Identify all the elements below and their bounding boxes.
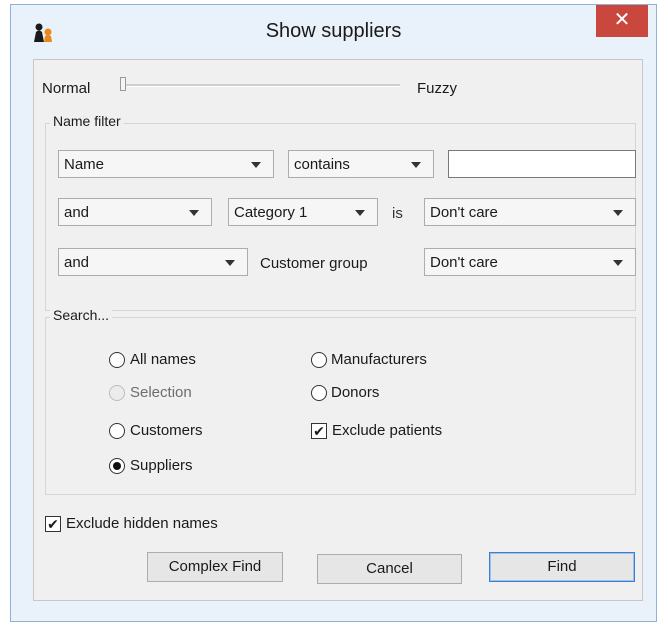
chevron-down-icon <box>355 210 365 216</box>
radio-suppliers[interactable] <box>109 458 125 474</box>
slider-left-label: Normal <box>42 80 91 97</box>
search-legend: Search... <box>50 307 113 323</box>
operator-combo[interactable]: contains <box>288 150 434 178</box>
conjunction-combo-1[interactable]: and <box>58 198 212 226</box>
customers-label[interactable]: Customers <box>130 422 203 439</box>
find-button[interactable]: Find <box>489 552 635 582</box>
conjunction-value-1: and <box>64 204 90 221</box>
title-bar[interactable]: Show suppliers ✕ <box>11 5 656 59</box>
radio-selection[interactable] <box>109 385 125 401</box>
exclude-patients-label[interactable]: Exclude patients <box>332 422 442 439</box>
radio-selected-dot <box>113 462 121 470</box>
slider-right-label: Fuzzy <box>417 80 458 97</box>
conjunction-value-2: and <box>64 254 90 271</box>
chevron-down-icon <box>225 260 235 266</box>
exclude-hidden-checkbox[interactable]: ✔ <box>45 516 61 532</box>
customer-group-value: Don't care <box>430 254 498 271</box>
close-icon: ✕ <box>613 9 631 31</box>
exclude-hidden-label[interactable]: Exclude hidden names <box>66 515 218 532</box>
chevron-down-icon <box>613 210 623 216</box>
category-combo[interactable]: Category 1 <box>228 198 378 226</box>
exclude-patients-checkbox[interactable]: ✔ <box>311 423 327 439</box>
radio-donors[interactable] <box>311 385 327 401</box>
name-field-value: Name <box>64 156 105 173</box>
customer-group-combo[interactable]: Don't care <box>424 248 636 276</box>
dialog-body: Normal Fuzzy Name filter Name contains a… <box>33 59 643 601</box>
chevron-down-icon <box>189 210 199 216</box>
radio-all-names[interactable] <box>109 352 125 368</box>
radio-manufacturers[interactable] <box>311 352 327 368</box>
category-dont-care-value: Don't care <box>430 204 498 221</box>
is-label: is <box>392 205 403 222</box>
close-button[interactable]: ✕ <box>596 5 648 37</box>
dialog-window: Show suppliers ✕ Normal Fuzzy Name filte… <box>10 4 657 622</box>
checkmark-icon: ✔ <box>313 423 325 439</box>
cancel-button[interactable]: Cancel <box>317 554 462 584</box>
checkmark-icon: ✔ <box>47 516 59 532</box>
conjunction-combo-2[interactable]: and <box>58 248 248 276</box>
fuzzy-slider-track[interactable] <box>120 84 400 87</box>
manufacturers-label[interactable]: Manufacturers <box>331 351 427 368</box>
all-names-label[interactable]: All names <box>130 351 196 368</box>
customer-group-label: Customer group <box>260 255 368 272</box>
window-title: Show suppliers <box>265 20 402 42</box>
suppliers-label[interactable]: Suppliers <box>130 457 193 474</box>
name-filter-input[interactable] <box>448 150 636 178</box>
operator-value: contains <box>294 156 350 173</box>
selection-label: Selection <box>130 384 192 401</box>
chevron-down-icon <box>613 260 623 266</box>
category-value: Category 1 <box>234 204 308 221</box>
fuzzy-slider-thumb[interactable] <box>120 77 126 91</box>
category-value-combo[interactable]: Don't care <box>424 198 636 226</box>
name-field-combo[interactable]: Name <box>58 150 274 178</box>
radio-customers[interactable] <box>109 423 125 439</box>
complex-find-button[interactable]: Complex Find <box>147 552 283 582</box>
chevron-down-icon <box>411 162 421 168</box>
chevron-down-icon <box>251 162 261 168</box>
donors-label[interactable]: Donors <box>331 384 379 401</box>
name-filter-legend: Name filter <box>50 113 124 129</box>
